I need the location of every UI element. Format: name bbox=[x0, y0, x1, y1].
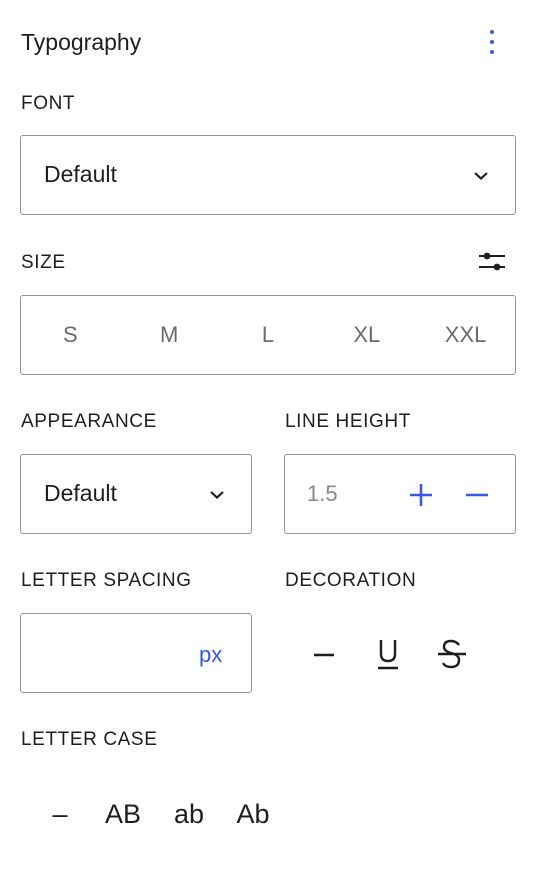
letter-spacing-input[interactable] bbox=[41, 640, 181, 668]
strikethrough-icon bbox=[438, 639, 466, 669]
kebab-dot bbox=[490, 50, 494, 54]
size-option-m[interactable]: M bbox=[129, 322, 209, 348]
decoration-none-button[interactable] bbox=[304, 636, 344, 672]
line-height-decrement-button[interactable] bbox=[459, 479, 495, 511]
decoration-strikethrough-button[interactable] bbox=[432, 634, 472, 674]
panel-title: Typography bbox=[21, 29, 142, 55]
line-height-input[interactable]: 1.5 bbox=[307, 481, 338, 507]
size-option-xxl[interactable]: XXL bbox=[426, 322, 506, 348]
letter-case-capitalize-button[interactable]: Ab bbox=[230, 794, 276, 834]
letter-case-capitalize-label: Ab bbox=[236, 798, 270, 829]
decoration-underline-button[interactable] bbox=[368, 634, 408, 674]
letter-case-uppercase-button[interactable]: AB bbox=[100, 794, 146, 834]
letter-case-lowercase-label: ab bbox=[173, 798, 205, 829]
chevron-down-icon bbox=[474, 172, 488, 180]
none-icon bbox=[314, 653, 334, 657]
letter-case-none-button[interactable]: – bbox=[40, 794, 80, 834]
kebab-dot bbox=[490, 40, 494, 44]
options-menu-button[interactable] bbox=[476, 24, 508, 60]
letter-case-label: LETTER CASE bbox=[21, 729, 158, 750]
appearance-label: APPEARANCE bbox=[21, 411, 157, 432]
appearance-select[interactable]: Default bbox=[20, 454, 252, 534]
decoration-label: DECORATION bbox=[285, 570, 417, 591]
letter-case-uppercase-label: AB bbox=[104, 798, 142, 829]
line-height-increment-button[interactable] bbox=[403, 479, 439, 511]
letter-case-none-label: – bbox=[52, 798, 68, 829]
size-segmented-control: S M L XL XXL bbox=[20, 295, 516, 375]
font-label: FONT bbox=[21, 93, 76, 114]
letter-spacing-control: px bbox=[20, 613, 252, 693]
chevron-down-icon bbox=[210, 491, 224, 499]
minus-icon bbox=[466, 493, 488, 497]
size-option-s[interactable]: S bbox=[30, 322, 110, 348]
size-option-xl[interactable]: XL bbox=[327, 322, 407, 348]
plus-icon bbox=[410, 484, 432, 506]
letter-spacing-label: LETTER SPACING bbox=[21, 570, 192, 591]
appearance-select-value: Default bbox=[44, 480, 117, 506]
underline-icon bbox=[378, 640, 398, 670]
letter-case-lowercase-button[interactable]: ab bbox=[166, 794, 212, 834]
size-label: SIZE bbox=[21, 252, 66, 273]
size-option-l[interactable]: L bbox=[228, 322, 308, 348]
kebab-dot bbox=[490, 30, 494, 34]
line-height-label: LINE HEIGHT bbox=[285, 411, 411, 432]
sliders-icon bbox=[479, 252, 505, 271]
font-select-value: Default bbox=[44, 161, 117, 187]
letter-spacing-unit[interactable]: px bbox=[199, 642, 222, 668]
size-settings-button[interactable] bbox=[476, 246, 508, 278]
font-select[interactable]: Default bbox=[20, 135, 516, 215]
line-height-control: 1.5 bbox=[284, 454, 516, 534]
